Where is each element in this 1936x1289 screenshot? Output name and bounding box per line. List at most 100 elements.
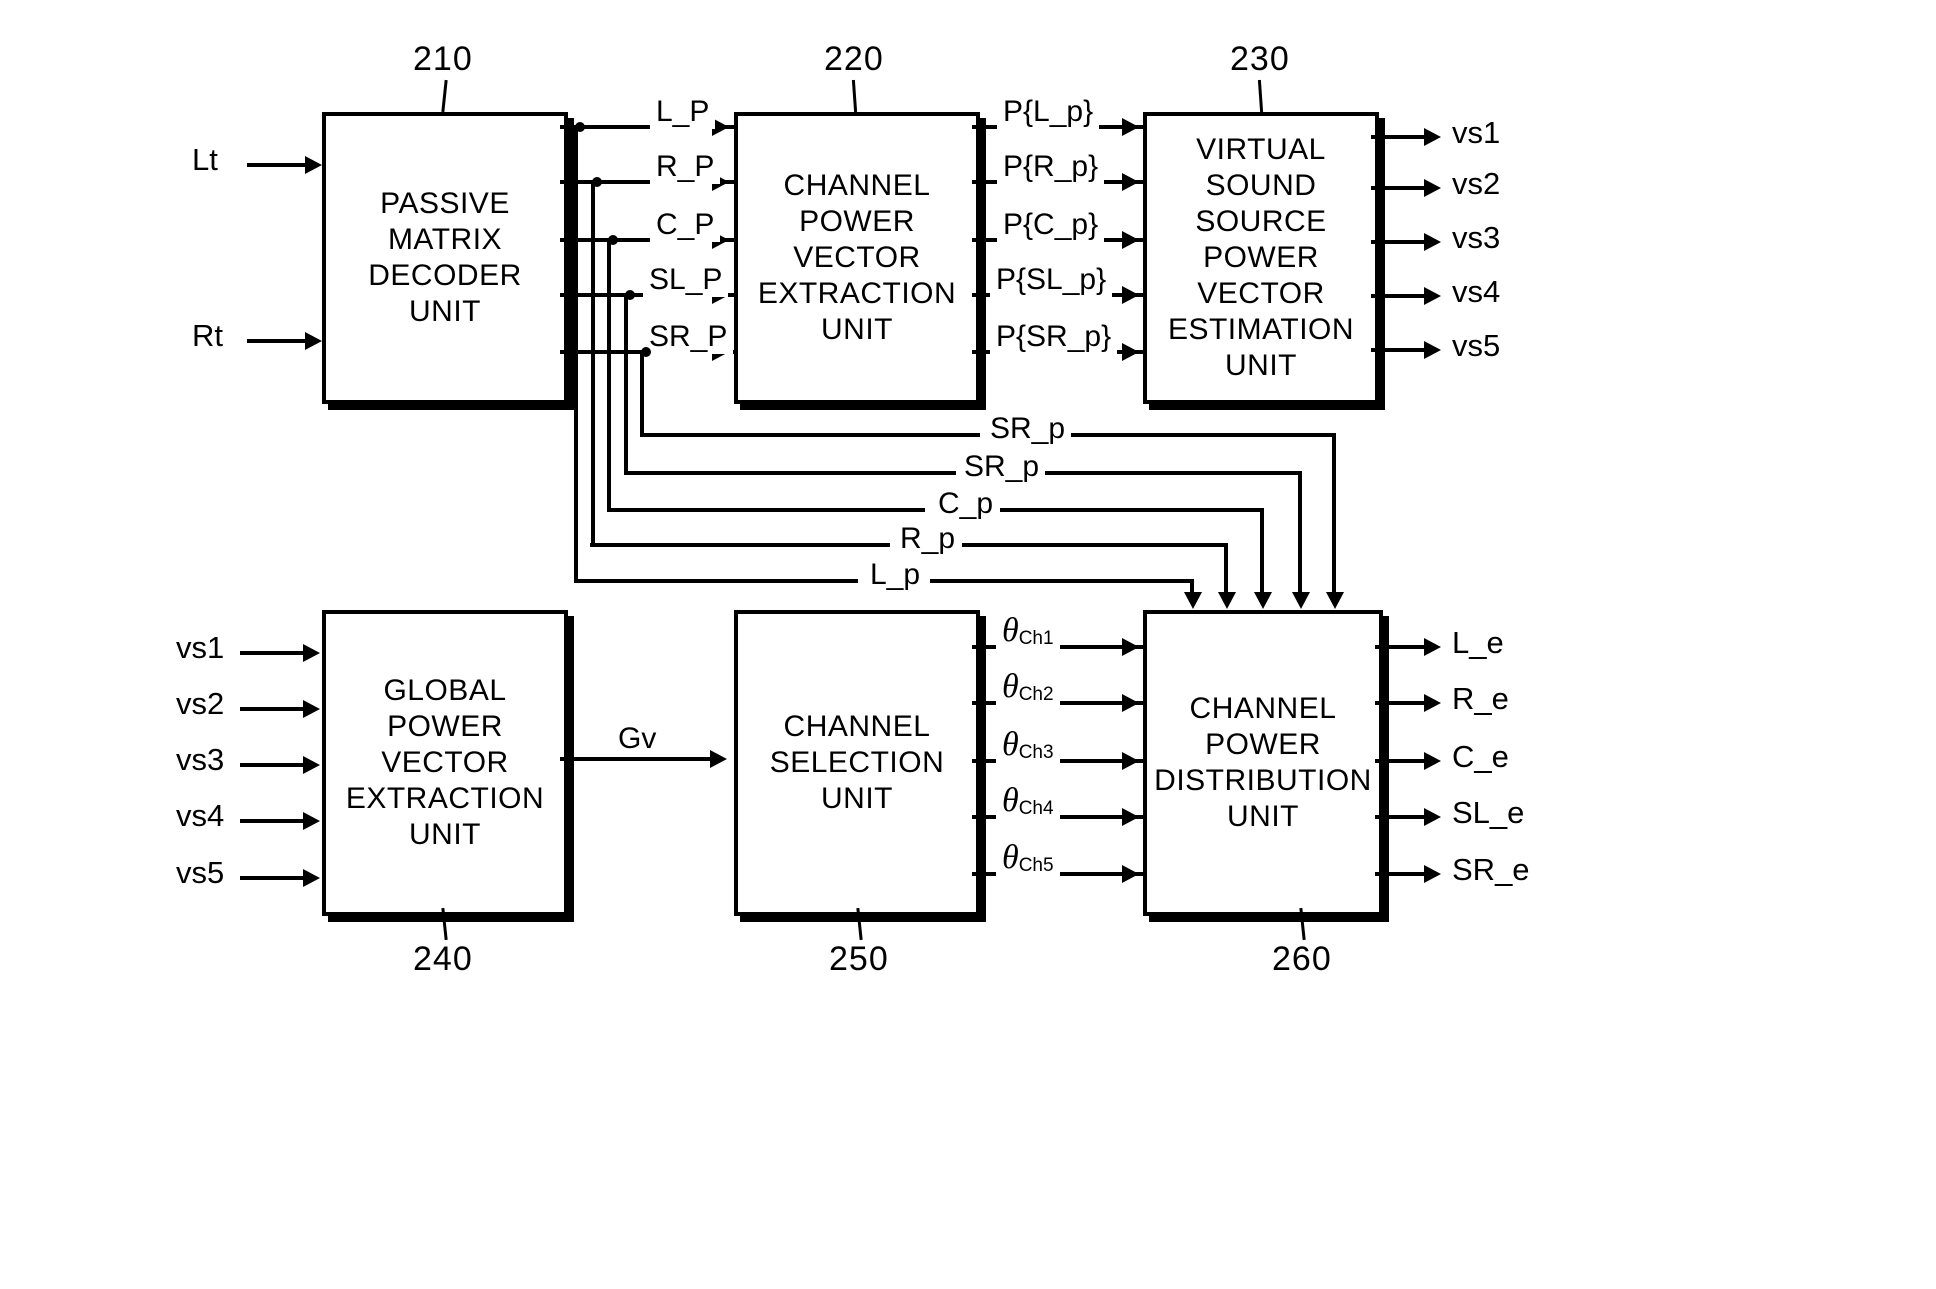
- signal-label-p-c-p: P{C_p}: [997, 208, 1105, 242]
- block-220-line-5: UNIT: [820, 313, 893, 346]
- output-label-sr-e: SR_e: [1452, 852, 1530, 887]
- block-260-line-2: POWER: [1205, 728, 1321, 761]
- output-label-vs2: vs2: [1452, 166, 1501, 201]
- signal-label-p-sl-p: P{SL_p}: [990, 263, 1113, 297]
- wire-feedback-c-p-left: [607, 508, 925, 512]
- figure-canvas: 210 220 230 PASSIVE MATRIX DECODER UNIT …: [0, 0, 1936, 1289]
- output-label-r-e: R_e: [1452, 681, 1509, 716]
- wire-feedback-r-p-right: [962, 543, 1228, 547]
- block-260-line-1: CHANNEL: [1189, 692, 1337, 725]
- leader-210: [441, 79, 448, 113]
- output-label-vs5: vs5: [1452, 328, 1501, 363]
- feedback-label-r-p: R_p: [894, 522, 962, 556]
- arrowhead-p-r-p: [1122, 173, 1139, 191]
- arrowhead-r-e-out: [1424, 694, 1441, 712]
- block-channel-power-distribution-unit[interactable]: CHANNEL POWER DISTRIBUTION UNIT: [1143, 610, 1383, 916]
- arrowhead-gv: [710, 750, 727, 768]
- arrowhead-vs3-in: [303, 756, 320, 774]
- block-220-line-3: VECTOR: [793, 241, 921, 274]
- feedback-label-sr-p-1: SR_p: [984, 412, 1072, 446]
- input-label-vs5: vs5: [176, 855, 225, 890]
- arrowhead-p-c-p: [1122, 231, 1139, 249]
- block-global-power-vector-extraction-unit[interactable]: GLOBAL POWER VECTOR EXTRACTION UNIT: [322, 610, 568, 916]
- signal-label-theta-ch2: θCh2: [996, 668, 1060, 706]
- tap-line-r-p: [591, 180, 595, 545]
- output-label-vs3: vs3: [1452, 220, 1501, 255]
- theta-symbol-ch2: θ: [1002, 668, 1019, 705]
- signal-label-gv: Gv: [612, 722, 663, 756]
- block-230-line-6: ESTIMATION: [1167, 313, 1355, 346]
- signal-label-p-r-p: P{R_p}: [997, 150, 1105, 184]
- block-250-line-3: UNIT: [820, 782, 893, 815]
- block-210-line-3: DECODER: [368, 259, 522, 292]
- block-230-line-7: UNIT: [1225, 349, 1297, 382]
- arrowhead-sr-p-1-down: [1326, 592, 1344, 609]
- arrowhead-l-e-out: [1424, 638, 1441, 656]
- block-passive-matrix-decoder-unit[interactable]: PASSIVE MATRIX DECODER UNIT: [322, 112, 568, 404]
- block-virtual-sound-source-power-vector-estimation-unit[interactable]: VIRTUAL SOUND SOURCE POWER VECTOR ESTIMA…: [1143, 112, 1379, 404]
- output-label-vs1: vs1: [1452, 115, 1501, 150]
- wire-rt: [247, 339, 309, 343]
- feedback-label-l-p: L_p: [864, 558, 927, 592]
- block-240-line-4: EXTRACTION: [345, 782, 545, 815]
- wire-vs1-in: [240, 651, 309, 655]
- block-230-line-3: SOURCE: [1195, 205, 1327, 238]
- arrowhead-c-p-down: [1254, 592, 1272, 609]
- block-220-line-2: POWER: [799, 205, 915, 238]
- ref-number-260: 260: [1272, 940, 1332, 978]
- arrowhead-sr-p-2-down: [1292, 592, 1310, 609]
- block-240-line-2: POWER: [387, 710, 503, 743]
- block-250-line-2: SELECTION: [769, 746, 945, 779]
- block-230-line-4: POWER: [1203, 241, 1319, 274]
- input-label-rt: Rt: [192, 318, 223, 353]
- arrowhead-vs4-in: [303, 812, 320, 830]
- arrowhead-r-p-down: [1218, 592, 1236, 609]
- signal-label-sl-p: SL_P: [643, 263, 729, 297]
- block-230-line-1: VIRTUAL: [1196, 133, 1326, 166]
- block-250-line-1: CHANNEL: [783, 710, 931, 743]
- wire-vs2-in: [240, 707, 309, 711]
- arrowhead-vs2-out: [1424, 179, 1441, 197]
- arrowhead-sl-e-out: [1424, 808, 1441, 826]
- block-210-line-2: MATRIX: [387, 223, 503, 256]
- arrowhead-vs1-out: [1424, 128, 1441, 146]
- block-240-line-1: GLOBAL: [383, 674, 507, 707]
- output-label-l-e: L_e: [1452, 625, 1504, 660]
- block-210-line-1: PASSIVE: [380, 187, 510, 220]
- wire-feedback-sr-p-1-right: [1058, 433, 1336, 437]
- input-label-vs4: vs4: [176, 798, 225, 833]
- wire-feedback-r-p-left: [590, 543, 890, 547]
- arrowhead-vs3-out: [1424, 233, 1441, 251]
- block-260-line-3: DISTRIBUTION: [1154, 764, 1372, 797]
- feedback-label-sr-p-2: SR_p: [958, 450, 1046, 484]
- arrowhead-sr-e-out: [1424, 865, 1441, 883]
- output-label-sl-e: SL_e: [1452, 795, 1525, 830]
- block-220-line-4: EXTRACTION: [757, 277, 957, 310]
- arrowhead-theta-ch2: [1122, 694, 1139, 712]
- signal-label-p-sr-p: P{SR_p}: [990, 320, 1118, 354]
- arrowhead-p-sr-p: [1122, 343, 1139, 361]
- arrowhead-c-e-out: [1424, 752, 1441, 770]
- signal-label-sr-p: SR_P: [643, 320, 734, 354]
- arrowhead-rt: [305, 332, 322, 350]
- ref-number-210: 210: [413, 40, 473, 78]
- theta-symbol-ch4: θ: [1002, 782, 1019, 819]
- ref-number-230: 230: [1230, 40, 1290, 78]
- arrowhead-lt: [305, 156, 322, 174]
- signal-label-r-p: R_P: [650, 150, 721, 184]
- arrowhead-theta-ch1: [1122, 638, 1139, 656]
- block-channel-selection-unit[interactable]: CHANNEL SELECTION UNIT: [734, 610, 980, 916]
- block-channel-power-vector-extraction-unit[interactable]: CHANNEL POWER VECTOR EXTRACTION UNIT: [734, 112, 980, 404]
- wire-gv: [560, 757, 723, 761]
- ref-number-220: 220: [824, 40, 884, 78]
- signal-label-theta-ch5: θCh5: [996, 839, 1060, 877]
- wire-vs4-in: [240, 819, 309, 823]
- theta-subscript-ch1: Ch1: [1018, 628, 1054, 649]
- block-230-line-2: SOUND: [1205, 169, 1317, 202]
- output-label-vs4: vs4: [1452, 274, 1501, 309]
- ref-number-250: 250: [829, 940, 889, 978]
- arrowhead-theta-ch3: [1122, 752, 1139, 770]
- block-210-line-4: UNIT: [408, 295, 481, 328]
- block-240-line-5: UNIT: [408, 818, 481, 851]
- wire-feedback-sr-p-2-right: [1034, 471, 1302, 475]
